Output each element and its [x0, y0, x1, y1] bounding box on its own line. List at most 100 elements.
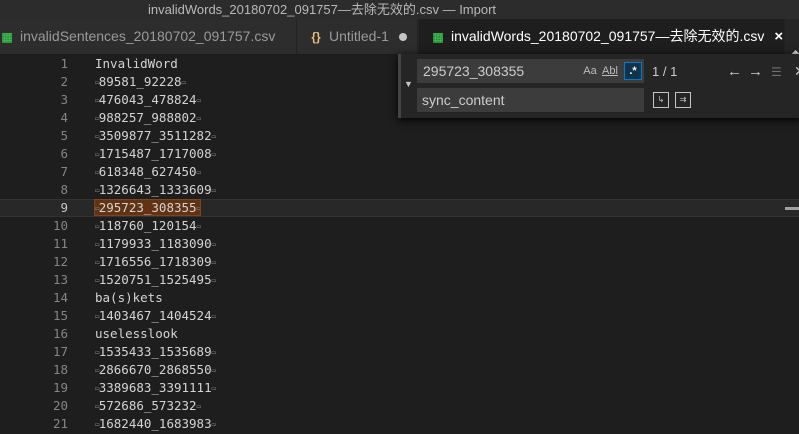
line-text-wrap: ▭1179933_1183090▭: [95, 236, 216, 251]
find-in-selection-icon[interactable]: ☰: [771, 65, 782, 79]
replace-input[interactable]: sync_content: [417, 88, 644, 112]
line-text: 988257_988802: [98, 110, 197, 125]
line-content[interactable]: ▭1326643_1333609▭: [95, 181, 216, 200]
line-content[interactable]: ▭3389683_3391111▭: [95, 379, 216, 398]
line-number: 9: [60, 200, 68, 215]
line-content[interactable]: ▭1716556_1718309▭: [95, 253, 216, 272]
zero-width-char-marker: ▭: [196, 402, 201, 411]
line-text-wrap: ▭1715487_1717008▭: [95, 146, 216, 161]
editor-line[interactable]: 19 ▭3389683_3391111▭: [0, 379, 799, 397]
line-text-wrap: ▭1520751_1525495▭: [95, 272, 216, 287]
zero-width-char-marker: ▭: [211, 366, 216, 375]
line-content[interactable]: ▭1179933_1183090▭: [95, 235, 216, 254]
line-number: 8: [60, 182, 68, 197]
line-content[interactable]: uselesslook: [95, 325, 178, 343]
tab-label: invalidSentences_20180702_091757.csv: [20, 28, 276, 44]
line-text-wrap: ▭1682440_1683983▭: [95, 416, 216, 431]
line-text: 89581_92228: [98, 74, 182, 89]
line-number: 6: [60, 146, 68, 161]
tab-bar: ▦ invalidSentences_20180702_091757.csv {}…: [0, 19, 799, 62]
tab-invalid-sentences[interactable]: ▦ invalidSentences_20180702_091757.csv: [0, 19, 297, 54]
regex-toggle[interactable]: .*: [624, 62, 642, 80]
json-braces-icon: {}: [311, 30, 321, 44]
line-number: 14: [52, 290, 68, 305]
line-content[interactable]: ▭1403467_1404524▭: [95, 307, 216, 326]
line-content[interactable]: ba(s)kets: [95, 289, 163, 307]
line-content[interactable]: ▭3509877_3511282▭: [95, 127, 216, 146]
line-content[interactable]: ▭1520751_1525495▭: [95, 271, 216, 290]
line-text: 618348_627450: [98, 164, 197, 179]
zero-width-char-marker: ▭: [211, 420, 216, 429]
zero-width-char-marker: ▭: [211, 186, 216, 195]
line-number: 13: [52, 272, 68, 287]
line-content[interactable]: ▭118760_120154▭: [95, 217, 201, 236]
line-text-wrap: ▭3389683_3391111▭: [95, 380, 216, 395]
editor-line[interactable]: 12 ▭1716556_1718309▭: [0, 253, 799, 271]
line-number: 12: [52, 254, 68, 269]
tab-untitled-1[interactable]: {} Untitled-1: [297, 19, 418, 54]
editor-line[interactable]: 11 ▭1179933_1183090▭: [0, 235, 799, 253]
arrow-left-icon[interactable]: ←: [727, 63, 742, 80]
line-content[interactable]: InvalidWord: [95, 55, 178, 73]
editor-line[interactable]: 17 ▭1535433_1535689▭: [0, 343, 799, 361]
line-text-wrap: ▭572686_573232▭: [95, 398, 201, 413]
line-content[interactable]: ▭1682440_1683983▭: [95, 415, 216, 434]
line-text-wrap: uselesslook: [95, 326, 178, 341]
arrow-right-icon[interactable]: →: [748, 63, 763, 80]
zero-width-char-marker: ▭: [196, 168, 201, 177]
line-content[interactable]: ▭295723_308355▭: [93, 199, 202, 217]
line-number: 4: [60, 110, 68, 125]
line-number: 20: [52, 398, 68, 413]
editor-line[interactable]: 6 ▭1715487_1717008▭: [0, 145, 799, 163]
zero-width-char-marker: ▭: [211, 348, 216, 357]
zero-width-char-marker: ▭: [196, 96, 201, 105]
whole-word-toggle[interactable]: Abl: [602, 63, 618, 79]
line-content[interactable]: ▭572686_573232▭: [95, 397, 201, 416]
scrollbar-match-marker: [785, 207, 799, 210]
line-text: 476043_478824: [98, 92, 197, 107]
unsaved-dot-icon[interactable]: [398, 33, 407, 42]
find-replace-widget: ▼ 295723_308355 Aa Abl .* 1 / 1 ← → ☰ ✕ …: [398, 54, 799, 118]
editor-line[interactable]: 15 ▭1403467_1404524▭: [0, 307, 799, 325]
editor-line[interactable]: 18 ▭2866670_2868550▭: [0, 361, 799, 379]
line-text-wrap: ▭2866670_2868550▭: [95, 362, 216, 377]
window-title: invalidWords_20180702_091757—去除无效的.csv —…: [148, 2, 497, 17]
editor-line[interactable]: 14 ba(s)kets: [0, 289, 799, 307]
replace-all-icon[interactable]: ⇉: [675, 92, 691, 108]
editor-line[interactable]: 8 ▭1326643_1333609▭: [0, 181, 799, 199]
line-text: 1403467_1404524: [98, 308, 212, 323]
line-content[interactable]: ▭988257_988802▭: [95, 109, 201, 128]
line-text: 1715487_1717008: [98, 146, 212, 161]
line-number: 2: [60, 74, 68, 89]
line-text: 2866670_2868550: [98, 362, 212, 377]
line-text: 1179933_1183090: [98, 236, 212, 251]
editor-line[interactable]: 21 ▭1682440_1683983▭: [0, 415, 799, 433]
close-icon[interactable]: ✕: [794, 63, 799, 80]
editor-line[interactable]: 5 ▭3509877_3511282▭: [0, 127, 799, 145]
editor-line[interactable]: 7 ▭618348_627450▭: [0, 163, 799, 181]
editor-line[interactable]: 10 ▭118760_120154▭: [0, 217, 799, 235]
line-text: InvalidWord: [95, 56, 178, 71]
zero-width-char-marker: ▭: [211, 312, 216, 321]
line-content[interactable]: ▭2866670_2868550▭: [95, 361, 216, 380]
match-case-toggle[interactable]: Aa: [582, 63, 598, 79]
editor-line[interactable]: 20 ▭572686_573232▭: [0, 397, 799, 415]
line-text: 295723_308355: [98, 200, 197, 215]
line-content[interactable]: ▭476043_478824▭: [95, 91, 201, 110]
line-content[interactable]: ▭1535433_1535689▭: [95, 343, 216, 362]
line-text-wrap: ▭1716556_1718309▭: [95, 254, 216, 269]
line-number: 7: [60, 164, 68, 179]
chevron-down-icon[interactable]: ▼: [404, 79, 413, 89]
close-icon[interactable]: ×: [774, 19, 783, 54]
zero-width-char-marker: ▭: [211, 150, 216, 159]
line-text-wrap: ▭476043_478824▭: [95, 92, 201, 107]
editor-line[interactable]: 16 uselesslook: [0, 325, 799, 343]
line-number: 21: [52, 416, 68, 431]
editor-line[interactable]: 9 ▭295723_308355▭: [0, 199, 799, 217]
replace-one-icon[interactable]: ↳: [653, 92, 669, 108]
line-content[interactable]: ▭89581_92228▭: [95, 73, 186, 92]
line-content[interactable]: ▭1715487_1717008▭: [95, 145, 216, 164]
tab-invalid-words[interactable]: ▦ invalidWords_20180702_091757—去除无效的.csv ×: [419, 19, 785, 54]
line-content[interactable]: ▭618348_627450▭: [95, 163, 201, 182]
editor-line[interactable]: 13 ▭1520751_1525495▭: [0, 271, 799, 289]
